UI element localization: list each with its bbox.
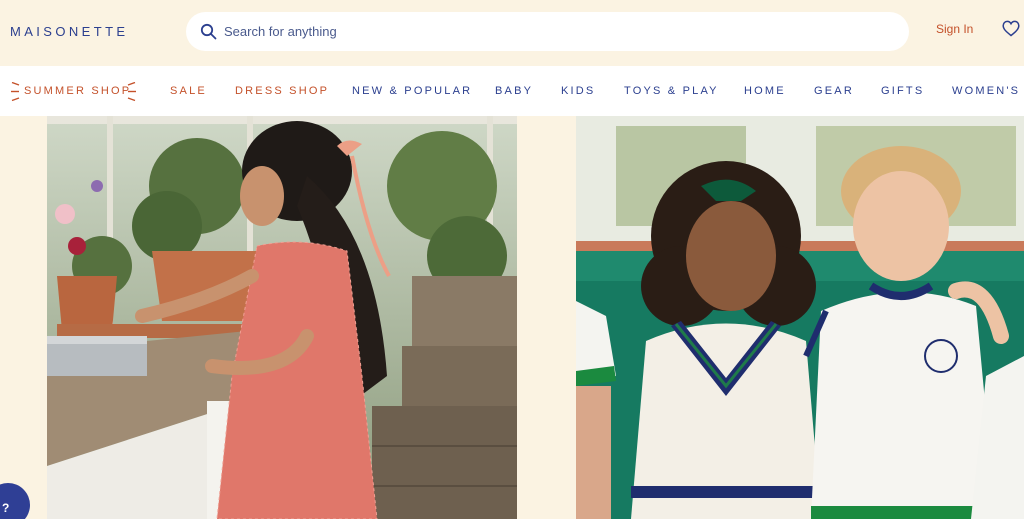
site-header: MAISONETTE Sign In xyxy=(0,0,1024,66)
sun-rays-icon xyxy=(11,82,20,102)
nav-item-kids[interactable]: KIDS xyxy=(561,85,595,97)
nav-item-summer-shop[interactable]: SUMMER SHOP xyxy=(24,85,131,97)
nav-item-womens[interactable]: WOMEN'S xyxy=(952,85,1020,97)
help-label: ? xyxy=(2,501,10,515)
sign-in-link[interactable]: Sign In xyxy=(936,22,973,36)
hero-tile-tennis[interactable] xyxy=(576,116,1024,519)
nav-item-sale[interactable]: SALE xyxy=(170,85,207,97)
hero-tile-greenhouse[interactable] xyxy=(47,116,517,519)
greenhouse-photo xyxy=(47,116,517,519)
heart-icon[interactable] xyxy=(1002,20,1020,37)
logo[interactable]: MAISONETTE xyxy=(10,24,129,39)
search-icon xyxy=(200,23,217,40)
nav-item-home[interactable]: HOME xyxy=(744,85,786,97)
main-nav: SUMMER SHOP SALE DRESS SHOP NEW & POPULA… xyxy=(0,66,1024,116)
hero-section xyxy=(0,116,1024,519)
nav-item-baby[interactable]: BABY xyxy=(495,85,533,97)
nav-item-gear[interactable]: GEAR xyxy=(814,85,854,97)
nav-item-gifts[interactable]: GIFTS xyxy=(881,85,924,97)
nav-item-dress-shop[interactable]: DRESS SHOP xyxy=(235,85,329,97)
sun-rays-icon xyxy=(127,82,136,102)
tennis-kids-photo xyxy=(576,116,1024,519)
nav-item-toys-play[interactable]: TOYS & PLAY xyxy=(624,85,719,97)
nav-item-new-popular[interactable]: NEW & POPULAR xyxy=(352,85,472,97)
search-bar[interactable] xyxy=(186,12,909,51)
search-input[interactable] xyxy=(224,17,884,46)
